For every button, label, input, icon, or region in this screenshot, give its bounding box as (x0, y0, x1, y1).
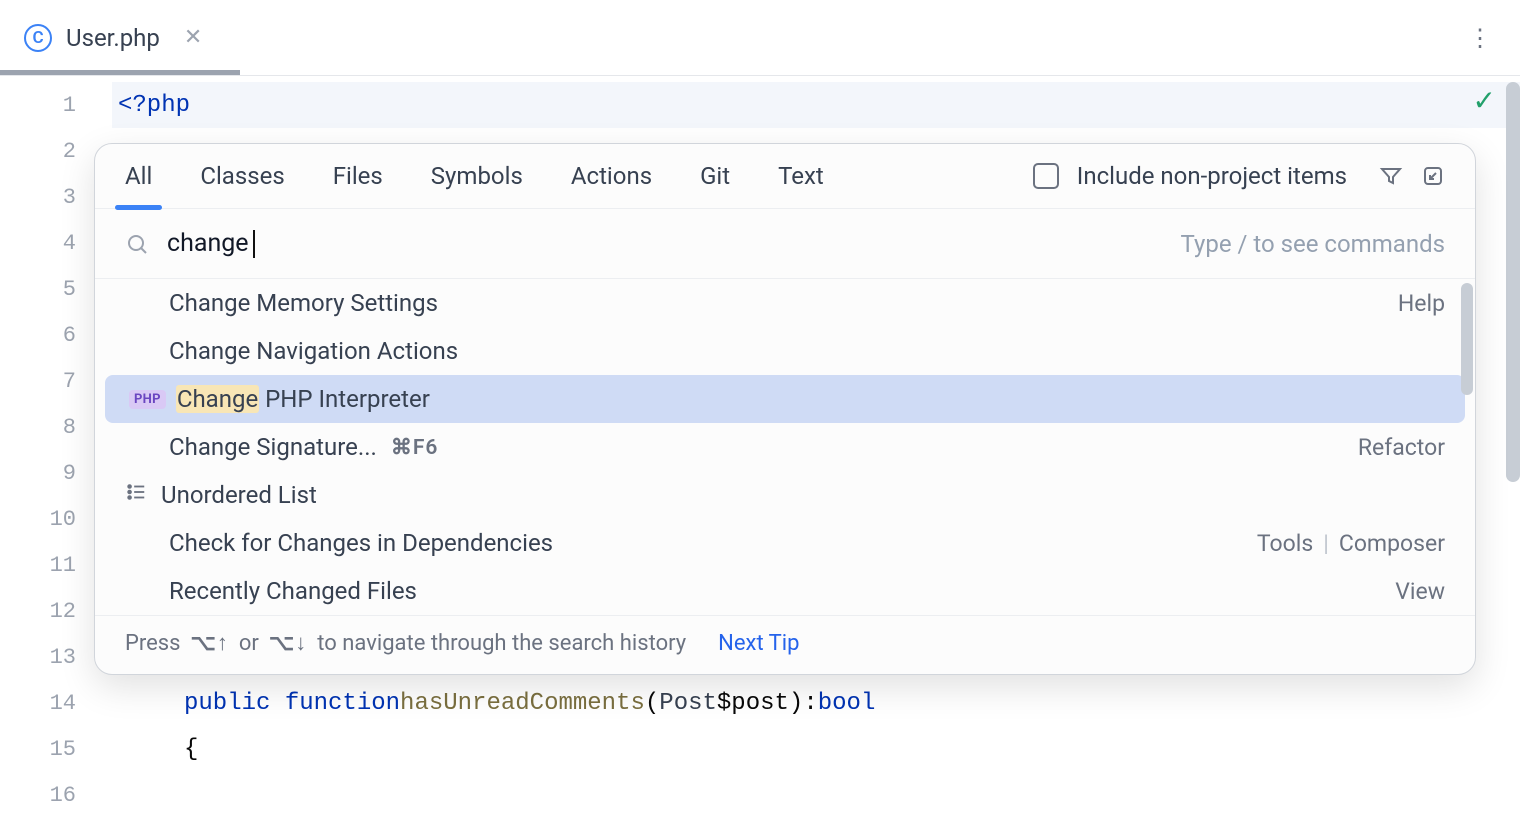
result-item[interactable]: Unordered List (95, 471, 1475, 519)
class-icon: C (24, 24, 52, 52)
popup-tabs: All Classes Files Symbols Actions Git Te… (95, 144, 1475, 208)
results-list: Change Memory Settings Help Change Navig… (95, 279, 1475, 615)
result-item-selected[interactable]: PHP Change PHP Interpreter (105, 375, 1465, 423)
shortcut-label: ⌘F6 (391, 435, 439, 460)
tab-actions[interactable]: Actions (571, 162, 652, 208)
result-item[interactable]: Change Navigation Actions (95, 327, 1475, 375)
open-in-window-icon[interactable] (1421, 164, 1445, 188)
code-line: <?php (112, 82, 1520, 128)
code-line: { (112, 726, 1520, 772)
shortcut-down: ⌥↓ (269, 630, 307, 656)
status-ok-icon[interactable]: ✓ (1473, 84, 1496, 117)
result-item[interactable]: Change Memory Settings Help (95, 279, 1475, 327)
next-tip-link[interactable]: Next Tip (718, 631, 799, 656)
tab-text[interactable]: Text (778, 162, 824, 208)
line-number: 14 (0, 680, 112, 726)
tab-git[interactable]: Git (700, 162, 730, 208)
php-badge-icon: PHP (129, 390, 166, 409)
tab-all[interactable]: All (125, 162, 152, 208)
filter-icon[interactable] (1379, 164, 1403, 188)
tab-files[interactable]: Files (333, 162, 383, 208)
result-item[interactable]: Change Signature... ⌘F6 Refactor (95, 423, 1475, 471)
unordered-list-icon (125, 481, 147, 509)
results-scrollbar[interactable] (1461, 283, 1473, 395)
result-item[interactable]: Check for Changes in Dependencies Tools|… (95, 519, 1475, 567)
shortcut-up: ⌥↑ (191, 630, 229, 656)
scrollbar[interactable] (1506, 82, 1520, 482)
tab-symbols[interactable]: Symbols (431, 162, 523, 208)
include-label: Include non-project items (1077, 162, 1347, 190)
search-hint: Type / to see commands (1181, 230, 1445, 258)
tab-classes[interactable]: Classes (200, 162, 284, 208)
more-menu-icon[interactable]: ⋮ (1468, 24, 1492, 52)
result-item[interactable]: Recently Changed Files View (95, 567, 1475, 615)
search-row: change Type / to see commands (95, 208, 1475, 279)
tab-bar: C User.php ✕ ⋮ (0, 0, 1520, 76)
line-number: 1 (0, 82, 112, 128)
include-checkbox[interactable] (1033, 163, 1059, 189)
code-line: public function hasUnreadComments(Post $… (112, 680, 1520, 726)
line-number: 16 (0, 772, 112, 818)
search-icon (125, 232, 149, 256)
popup-footer: Press ⌥↑ or ⌥↓ to navigate through the s… (95, 615, 1475, 674)
tab-indicator (0, 70, 240, 75)
search-input[interactable]: change (167, 229, 1163, 258)
close-icon[interactable]: ✕ (184, 25, 202, 50)
search-everywhere-popup: All Classes Files Symbols Actions Git Te… (94, 143, 1476, 675)
tab-filename: User.php (66, 24, 160, 52)
editor-tab[interactable]: C User.php ✕ (0, 0, 226, 76)
line-number: 15 (0, 726, 112, 772)
